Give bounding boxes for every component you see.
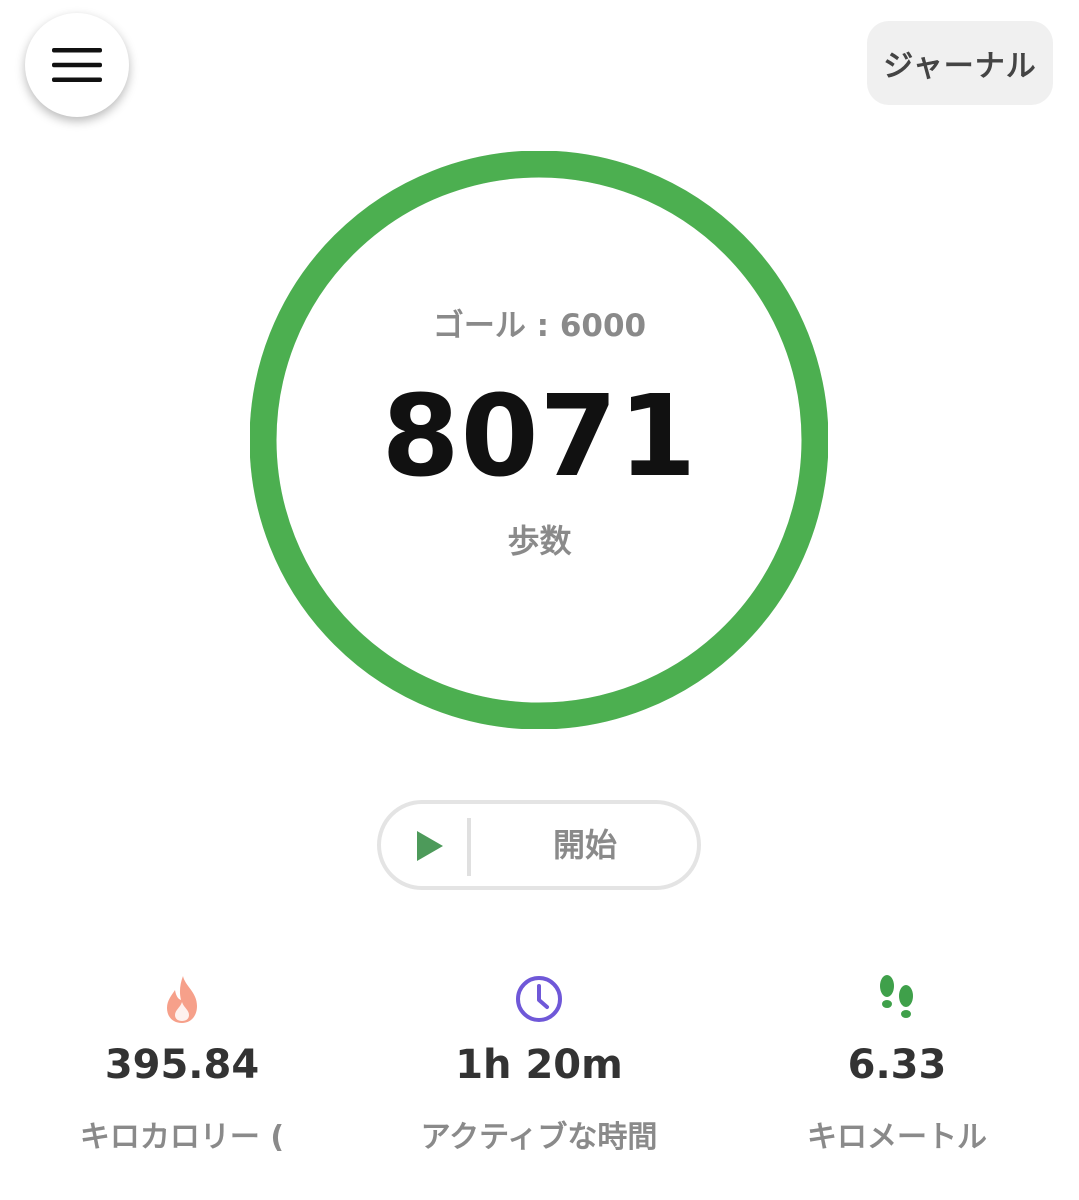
clock-icon: [516, 976, 562, 1022]
goal-text: ゴール : 6000: [432, 308, 647, 344]
distance-value: 6.33: [847, 1042, 947, 1088]
calories-value: 395.84: [104, 1042, 260, 1088]
footprints-icon: [880, 975, 913, 1018]
start-button[interactable]: 開始: [377, 800, 701, 890]
distance-label: キロメートル: [807, 1120, 987, 1155]
steps-label: 歩数: [507, 522, 572, 560]
calories-label: キロカロリー (: [79, 1120, 285, 1155]
menu-button[interactable]: [25, 13, 129, 117]
active-time-value: 1h 20m: [455, 1042, 623, 1088]
hamburger-menu-icon: [52, 48, 102, 82]
journal-button[interactable]: ジャーナル: [867, 21, 1053, 105]
flame-icon: [167, 976, 197, 1023]
steps-count: 8071: [381, 372, 698, 502]
button-divider: [467, 818, 471, 876]
play-icon: [417, 831, 443, 861]
start-label: 開始: [552, 826, 617, 864]
active-time-label: アクティブな時間: [420, 1120, 658, 1155]
